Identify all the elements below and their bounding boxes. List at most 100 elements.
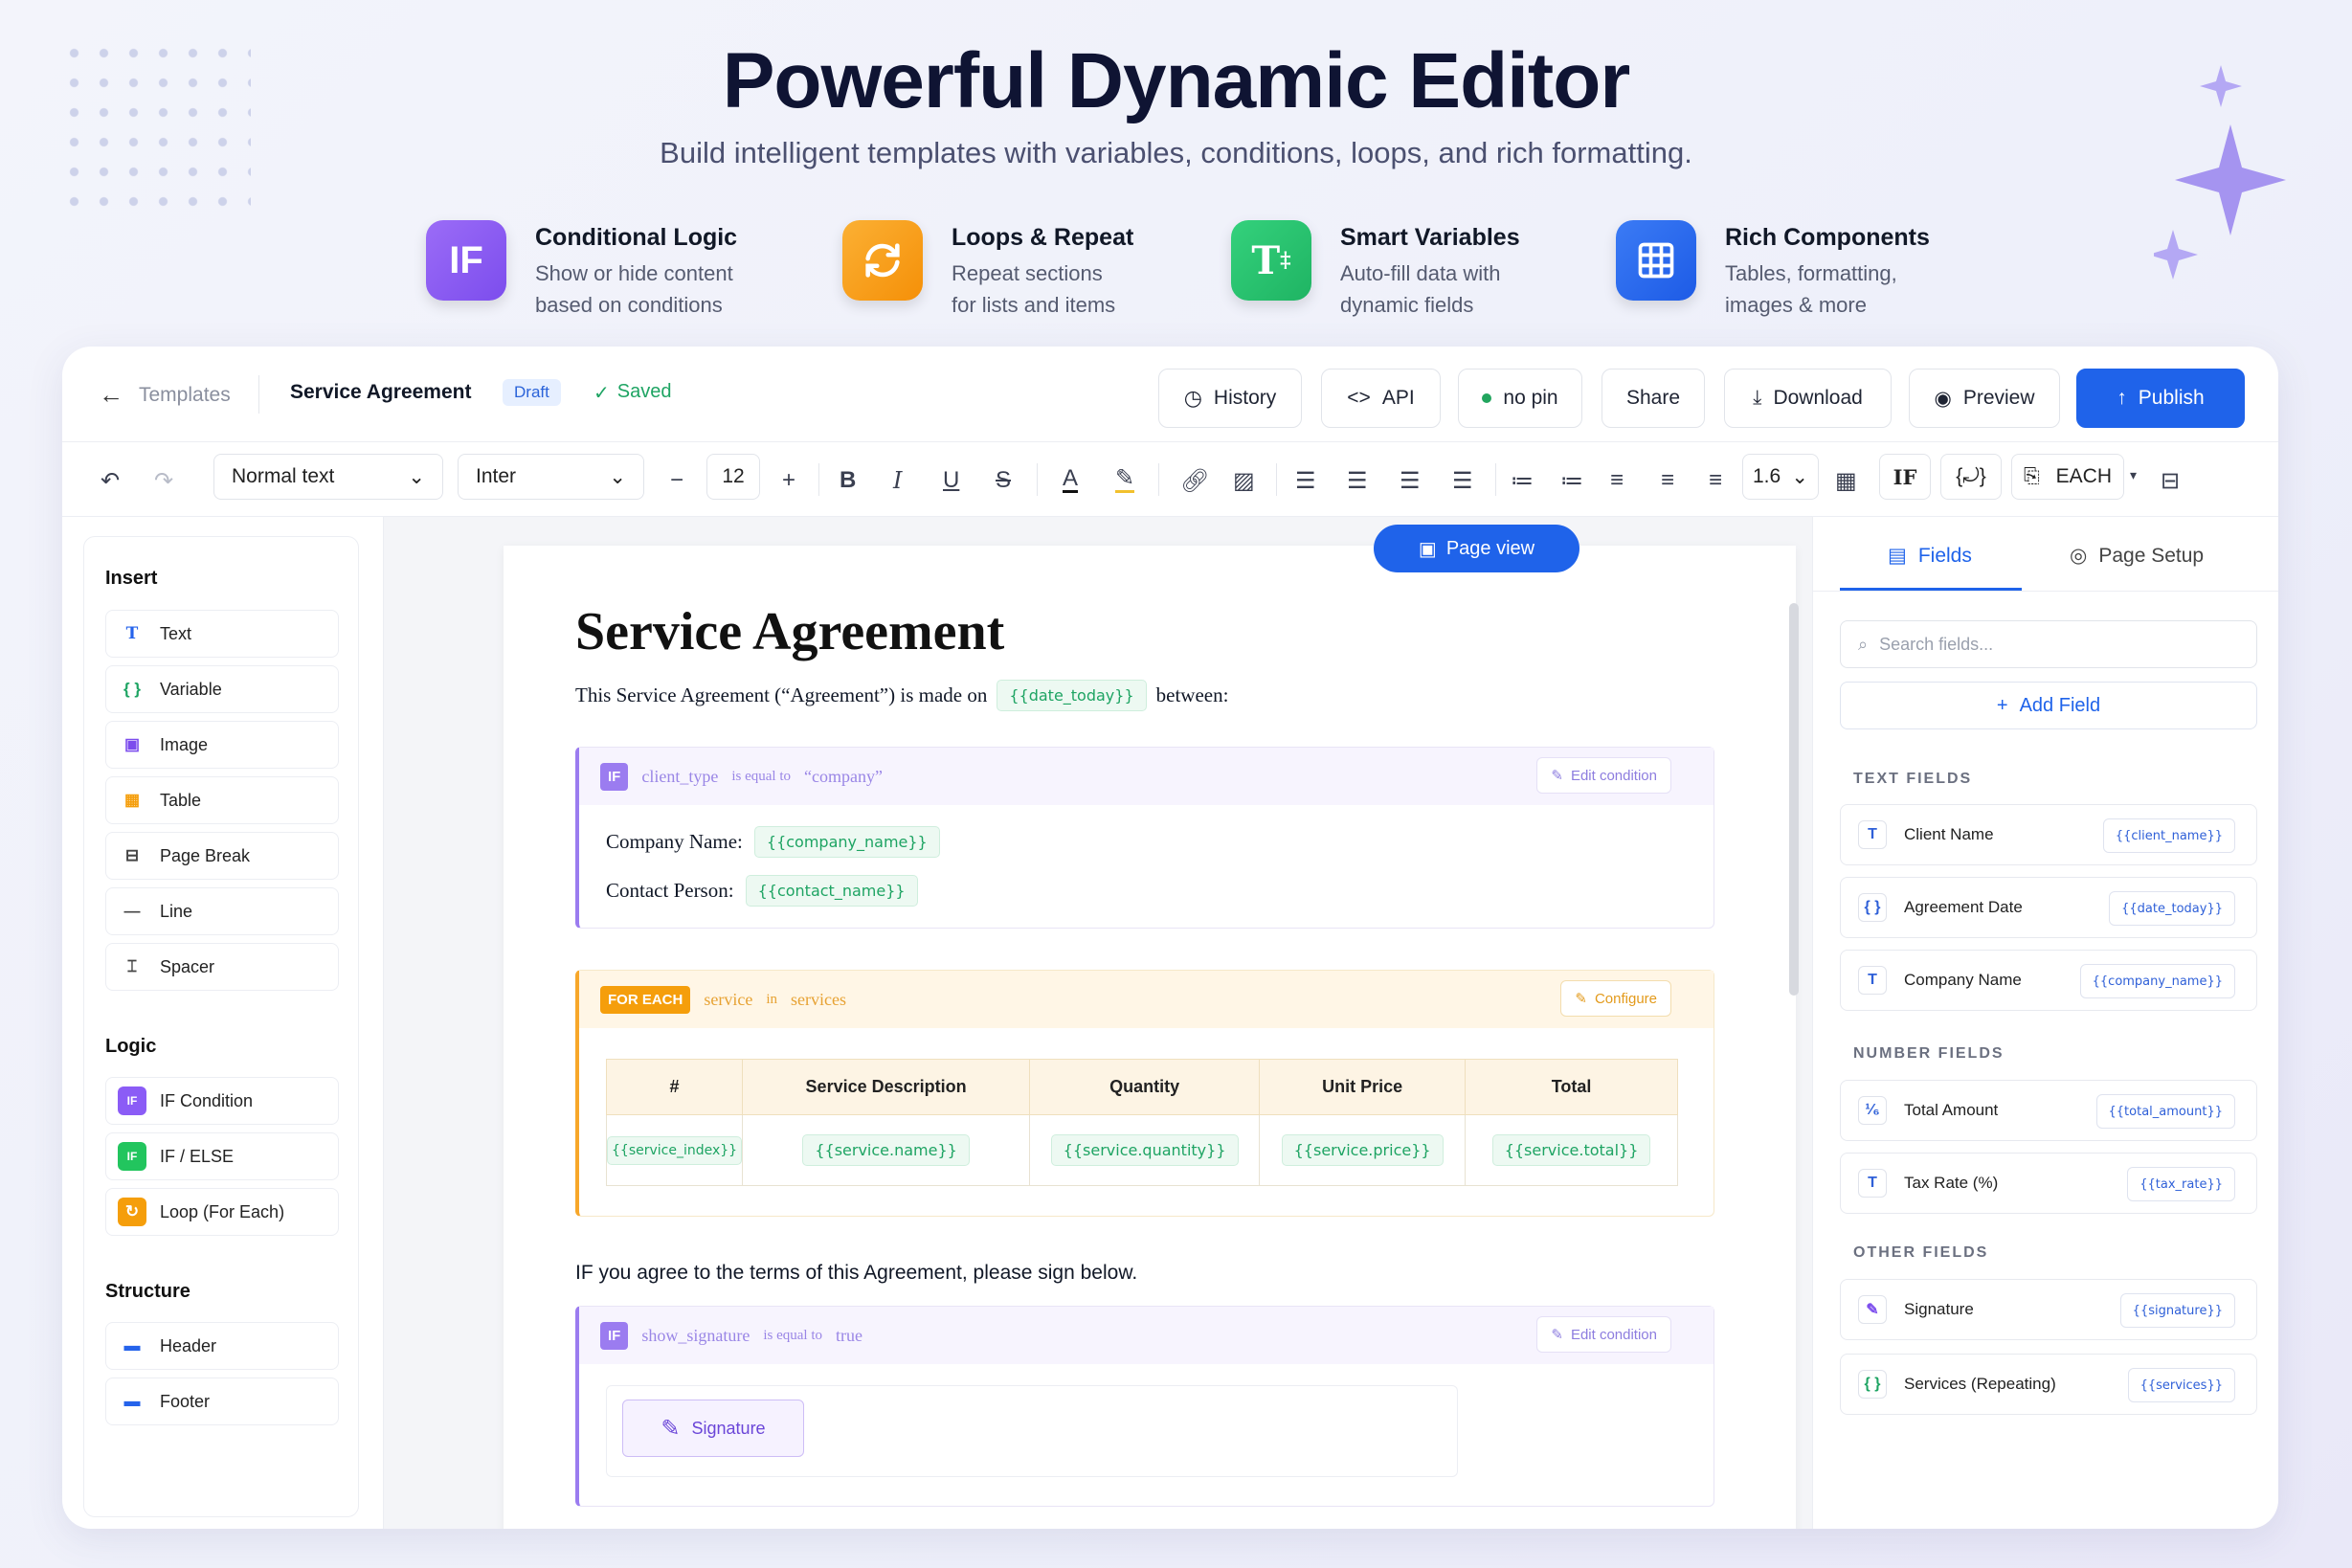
increase-size-icon[interactable]: +: [782, 467, 795, 494]
text-style-select[interactable]: Normal text ⌄: [213, 454, 443, 500]
numbered-list-icon[interactable]: ≔: [1511, 467, 1534, 495]
share-button[interactable]: Share: [1602, 369, 1705, 428]
font-size-input[interactable]: 12: [706, 454, 760, 500]
canvas-scrollbar[interactable]: [1789, 603, 1799, 996]
pin-button[interactable]: no pin: [1458, 369, 1582, 428]
variable-chip[interactable]: {{company_name}}: [753, 826, 940, 858]
decrease-size-icon[interactable]: −: [670, 467, 683, 494]
field-item[interactable]: { } Services (Repeating) {{services}}: [1840, 1354, 2257, 1415]
variable-insert-icon[interactable]: {⤾}: [1940, 454, 2002, 500]
publish-button[interactable]: ↑ Publish: [2076, 369, 2245, 428]
search-input[interactable]: ⌕ Search fields...: [1840, 620, 2257, 668]
document-page[interactable]: Service Agreement This Service Agreement…: [504, 546, 1796, 1529]
font-select[interactable]: Inter ⌄: [458, 454, 644, 500]
insert-spacer[interactable]: ⌶ Spacer: [105, 943, 339, 991]
insert-label: Table: [160, 790, 202, 810]
download-button[interactable]: ⤓ Download: [1724, 369, 1892, 428]
table-icon[interactable]: ▦: [1835, 467, 1857, 495]
configure-button[interactable]: ✎ Configure: [1560, 980, 1671, 1017]
layout-icon[interactable]: ⊟: [2161, 467, 2180, 495]
field-item[interactable]: T Company Name {{company_name}}: [1840, 950, 2257, 1011]
align-justify-icon[interactable]: ☰: [1452, 467, 1473, 495]
if-condition-block[interactable]: IF show_signature is equal to true ✎ Edit…: [575, 1306, 1714, 1507]
feature-desc: Auto-fill data with: [1340, 261, 1501, 285]
outdent-icon[interactable]: ≡: [1610, 467, 1624, 494]
if-insert-button[interactable]: IF: [1879, 454, 1931, 500]
indent-icon[interactable]: ≡: [1661, 467, 1674, 494]
bullet-list-icon[interactable]: ≔: [1560, 467, 1583, 495]
divider: [1037, 463, 1038, 496]
variable-chip[interactable]: {{date_today}}: [997, 680, 1147, 711]
highlight-icon[interactable]: ✎: [1115, 467, 1135, 493]
strikethrough-icon[interactable]: S: [996, 467, 1011, 494]
table-cell[interactable]: {{service.name}}: [742, 1114, 1031, 1186]
chevron-down-icon: ⌄: [609, 465, 626, 488]
chevron-down-icon: ⌄: [1791, 465, 1808, 488]
divider: [1158, 463, 1159, 496]
table-cell[interactable]: {{service_index}}: [605, 1114, 744, 1186]
chevron-down-icon[interactable]: ▾: [2130, 467, 2137, 483]
edit-condition-button[interactable]: ✎ Edit condition: [1536, 757, 1671, 794]
align-center-icon[interactable]: ☰: [1347, 467, 1368, 495]
loop-item: service: [704, 989, 753, 1009]
line-height-icon[interactable]: ≡: [1709, 467, 1722, 494]
undo-icon[interactable]: ↶: [101, 467, 120, 495]
insert-if-condition[interactable]: IF IF Condition: [105, 1077, 339, 1125]
insert-line[interactable]: — Line: [105, 887, 339, 935]
text-color-icon[interactable]: A: [1063, 467, 1079, 493]
table-cell[interactable]: {{service.quantity}}: [1029, 1114, 1261, 1186]
eye-icon: ◉: [1934, 387, 1952, 410]
insert-text[interactable]: T Text: [105, 610, 339, 658]
insert-page-break[interactable]: ⊟ Page Break: [105, 832, 339, 880]
api-button[interactable]: <> API: [1321, 369, 1441, 428]
variable-chip[interactable]: {{contact_name}}: [745, 875, 918, 907]
bold-icon[interactable]: B: [840, 467, 856, 494]
agree-paragraph[interactable]: IF you agree to the terms of this Agreem…: [575, 1262, 1137, 1285]
signature-field[interactable]: ✎ Signature: [622, 1400, 804, 1457]
field-item[interactable]: ¹⁄₆ Total Amount {{total_amount}}: [1840, 1080, 2257, 1141]
field-item[interactable]: { } Agreement Date {{date_today}}: [1840, 877, 2257, 938]
link-icon[interactable]: 🔗︎: [1180, 467, 1209, 495]
preview-button[interactable]: ◉ Preview: [1909, 369, 2060, 428]
for-each-block[interactable]: FOR EACH service in services ✎ Configure …: [575, 970, 1714, 1217]
align-left-icon[interactable]: ☰: [1295, 467, 1316, 495]
insert-image[interactable]: ▣ Image: [105, 721, 339, 769]
field-variable-chip: {{date_today}}: [2109, 891, 2235, 926]
insert-variable[interactable]: { } Variable: [105, 665, 339, 713]
back-link[interactable]: ← Templates: [99, 380, 231, 410]
table-cell[interactable]: {{service.price}}: [1259, 1114, 1467, 1186]
tab-fields[interactable]: ▤ Fields: [1888, 544, 1972, 568]
line-height-select[interactable]: 1.6 ⌄: [1742, 454, 1819, 500]
field-item[interactable]: ✎ Signature {{signature}}: [1840, 1279, 2257, 1340]
tab-page-setup[interactable]: ◎ Page Setup: [2070, 544, 2204, 568]
contact-label: Contact Person:: [606, 879, 734, 902]
italic-icon[interactable]: I: [893, 467, 902, 494]
table-cell[interactable]: {{service.total}}: [1465, 1114, 1678, 1186]
intro-paragraph[interactable]: This Service Agreement (“Agreement”) is …: [575, 680, 1228, 711]
if-condition-block[interactable]: IF client_type is equal to “company” ✎ Ed…: [575, 747, 1714, 929]
redo-icon[interactable]: ↷: [154, 467, 173, 495]
insert-footer[interactable]: ▬ Footer: [105, 1378, 339, 1425]
add-field-button[interactable]: + Add Field: [1840, 682, 2257, 729]
underline-icon[interactable]: U: [943, 467, 959, 494]
loop-icon: [842, 220, 923, 301]
feature-title: Smart Variables: [1340, 224, 1520, 251]
insert-if-else[interactable]: IF IF / ELSE: [105, 1132, 339, 1180]
page-view-button[interactable]: ▣ Page view: [1374, 525, 1579, 572]
each-insert-button[interactable]: ⎘ EACH: [2011, 454, 2124, 500]
insert-label: IF Condition: [160, 1090, 254, 1110]
align-right-icon[interactable]: ☰: [1400, 467, 1421, 495]
search-icon: ⌕: [1858, 634, 1869, 654]
field-item[interactable]: T Client Name {{client_name}}: [1840, 804, 2257, 865]
clock-icon: ◷: [1183, 386, 1202, 410]
edit-condition-button[interactable]: ✎ Edit condition: [1536, 1316, 1671, 1353]
feature-desc: based on conditions: [535, 293, 723, 317]
services-table[interactable]: # Service Description Quantity Unit Pric…: [605, 1059, 1678, 1186]
field-item[interactable]: T Tax Rate (%) {{tax_rate}}: [1840, 1153, 2257, 1214]
insert-header[interactable]: ▬ Header: [105, 1322, 339, 1370]
image-icon[interactable]: ▨: [1233, 467, 1255, 495]
text-icon: T: [125, 624, 139, 643]
insert-table[interactable]: ▦ Table: [105, 776, 339, 824]
history-button[interactable]: ◷ History: [1158, 369, 1302, 428]
insert-loop[interactable]: ↻ Loop (For Each): [105, 1188, 339, 1236]
